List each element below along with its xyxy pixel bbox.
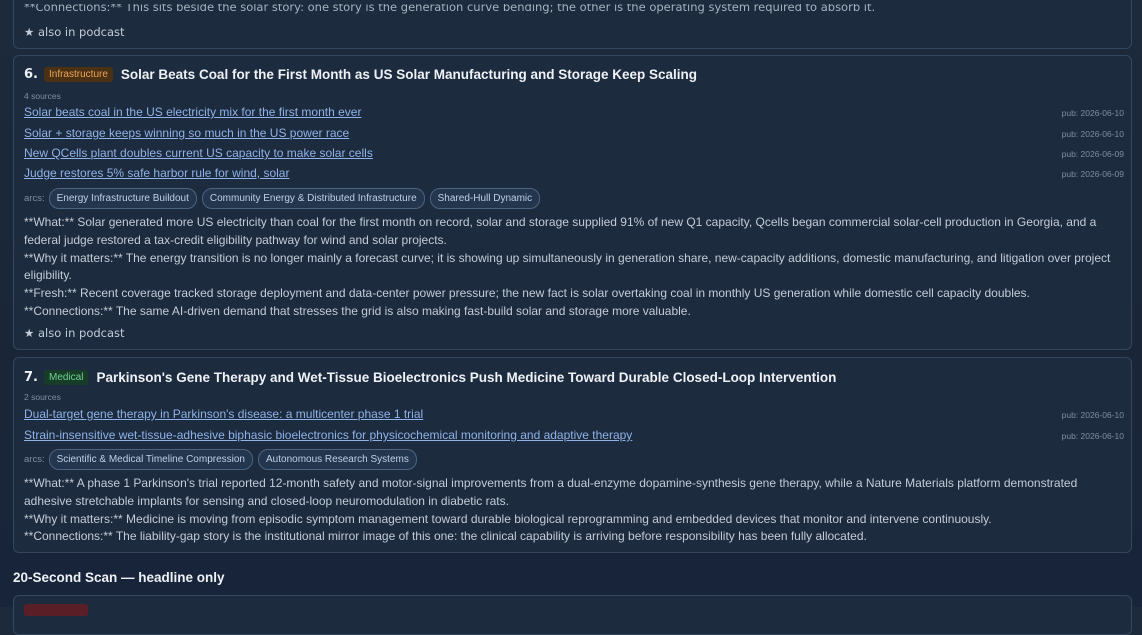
story-why: **Why it matters:** Medicine is moving f… bbox=[24, 511, 992, 526]
arcs-row: arcs: Scientific & Medical Timeline Comp… bbox=[24, 449, 422, 470]
story-summary: **What:** A phase 1 Parkinson's trial re… bbox=[24, 475, 1119, 546]
story-number: 6. bbox=[24, 67, 38, 82]
arcs-row: arcs: Energy Infrastructure Buildout Com… bbox=[24, 188, 545, 209]
sources-count: 4 sources bbox=[24, 91, 61, 101]
source-date: pub: 2026-06-10 bbox=[1061, 108, 1124, 118]
arcs-label: arcs: bbox=[24, 193, 45, 204]
source-row: Dual-target gene therapy in Parkinson's … bbox=[24, 407, 1124, 425]
story-why: **Why it matters:** The energy transitio… bbox=[24, 250, 1111, 283]
arcs-label: arcs: bbox=[24, 454, 45, 465]
arc-tag[interactable]: Scientific & Medical Timeline Compressio… bbox=[48, 449, 253, 470]
source-link[interactable]: Strain-insensitive wet-tissue-adhesive b… bbox=[24, 428, 632, 442]
story-connections: **Connections:** The liability-gap story… bbox=[24, 529, 867, 544]
story-header: 6. Infrastructure Solar Beats Coal for t… bbox=[24, 67, 697, 82]
story-connections: **Connections:** This sits beside the so… bbox=[24, 0, 876, 14]
story-what: **What:** A phase 1 Parkinson's trial re… bbox=[24, 476, 1078, 508]
category-badge: Medical bbox=[43, 370, 89, 385]
story-header: 7. Medical Parkinson's Gene Therapy and … bbox=[24, 370, 836, 385]
source-row: Solar beats coal in the US electricity m… bbox=[24, 105, 1124, 123]
story-connections: **Connections:** The same AI-driven dema… bbox=[24, 303, 691, 318]
source-row: Strain-insensitive wet-tissue-adhesive b… bbox=[24, 428, 1124, 446]
section-heading: 20-Second Scan — headline only bbox=[13, 570, 225, 585]
source-link[interactable]: Dual-target gene therapy in Parkinson's … bbox=[24, 407, 423, 421]
category-badge bbox=[24, 604, 88, 616]
also-in-podcast: ★ also in podcast bbox=[24, 326, 125, 340]
story-card-7: 7. Medical Parkinson's Gene Therapy and … bbox=[13, 357, 1132, 553]
story-number: 7. bbox=[24, 370, 38, 385]
scan-card bbox=[13, 595, 1132, 635]
source-link[interactable]: New QCells plant doubles current US capa… bbox=[24, 146, 373, 160]
source-date: pub: 2026-06-10 bbox=[1061, 410, 1124, 420]
source-row: Solar + storage keeps winning so much in… bbox=[24, 126, 1124, 144]
source-link[interactable]: Solar beats coal in the US electricity m… bbox=[24, 105, 361, 119]
story-title: Solar Beats Coal for the First Month as … bbox=[120, 67, 698, 82]
arc-tag[interactable]: Autonomous Research Systems bbox=[258, 449, 417, 470]
story-card-5: **Connections:** This sits beside the so… bbox=[13, 0, 1132, 49]
source-row: New QCells plant doubles current US capa… bbox=[24, 146, 1124, 164]
category-badge: Infrastructure bbox=[43, 67, 113, 82]
story-summary: **What:** Solar generated more US electr… bbox=[24, 214, 1119, 321]
arc-tag[interactable]: Energy Infrastructure Buildout bbox=[48, 188, 197, 209]
source-date: pub: 2026-06-09 bbox=[1061, 169, 1124, 179]
source-date: pub: 2026-06-10 bbox=[1061, 129, 1124, 139]
arc-tag[interactable]: Community Energy & Distributed Infrastru… bbox=[201, 188, 425, 209]
story-title: Parkinson's Gene Therapy and Wet-Tissue … bbox=[96, 370, 837, 385]
source-link[interactable]: Judge restores 5% safe harbor rule for w… bbox=[24, 166, 289, 180]
story-card-6: 6. Infrastructure Solar Beats Coal for t… bbox=[13, 55, 1132, 350]
source-row: Judge restores 5% safe harbor rule for w… bbox=[24, 166, 1124, 184]
source-link[interactable]: Solar + storage keeps winning so much in… bbox=[24, 126, 349, 140]
story-fresh: **Fresh:** Recent coverage tracked stora… bbox=[24, 286, 1030, 301]
source-date: pub: 2026-06-09 bbox=[1061, 149, 1124, 159]
story-what: **What:** Solar generated more US electr… bbox=[24, 215, 1097, 247]
also-in-podcast: ★ also in podcast bbox=[24, 25, 125, 39]
source-date: pub: 2026-06-10 bbox=[1061, 431, 1124, 441]
sources-count: 2 sources bbox=[24, 392, 61, 402]
arc-tag[interactable]: Shared-Hull Dynamic bbox=[429, 188, 541, 209]
